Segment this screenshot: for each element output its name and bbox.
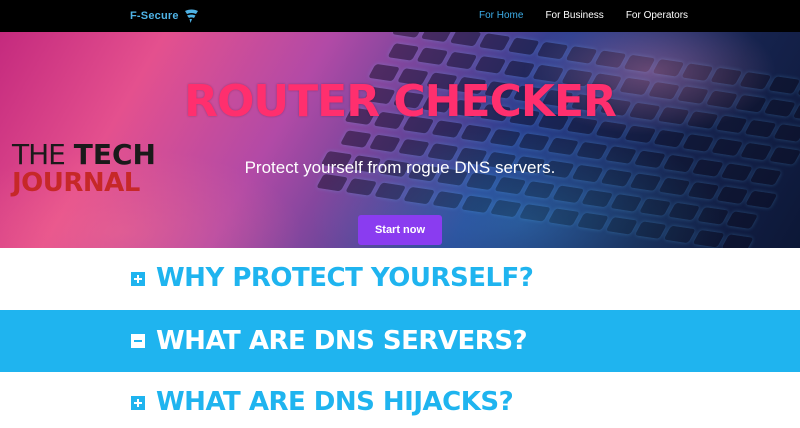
nav-for-operators[interactable]: For Operators	[626, 10, 688, 21]
tech-journal-watermark: THE TECH JOURNAL	[12, 138, 170, 222]
expand-plus-icon[interactable]	[131, 272, 145, 286]
brand-logo[interactable]: F-Secure	[130, 8, 199, 24]
brand-name: F-Secure	[130, 10, 179, 22]
hero-subtitle: Protect yourself from rogue DNS servers.	[244, 158, 556, 177]
expand-plus-icon[interactable]	[131, 396, 145, 410]
top-nav: F-Secure For Home For Business For Opera…	[0, 0, 800, 32]
f-secure-logo-icon	[184, 9, 198, 23]
accordion-dns-servers[interactable]: WHAT ARE DNS SERVERS?	[0, 310, 800, 372]
accordion-title[interactable]: WHAT ARE DNS SERVERS?	[156, 326, 528, 356]
accordion-title[interactable]: WHAT ARE DNS HIJACKS?	[156, 387, 514, 417]
hero-banner: THE TECH JOURNAL ROUTER CHECKER Protect …	[0, 32, 800, 248]
collapse-minus-icon[interactable]	[131, 334, 145, 348]
start-now-button[interactable]: Start now	[358, 215, 442, 245]
accordion-title[interactable]: WHY PROTECT YOURSELF?	[156, 263, 534, 293]
nav-links: For Home For Business For Operators	[479, 10, 688, 21]
page-title: ROUTER CHECKER	[184, 76, 617, 127]
accordion-dns-hijacks[interactable]: WHAT ARE DNS HIJACKS?	[0, 372, 800, 428]
nav-for-home[interactable]: For Home	[479, 10, 523, 21]
nav-for-business[interactable]: For Business	[545, 10, 603, 21]
accordion-why-protect[interactable]: WHY PROTECT YOURSELF?	[0, 248, 800, 310]
